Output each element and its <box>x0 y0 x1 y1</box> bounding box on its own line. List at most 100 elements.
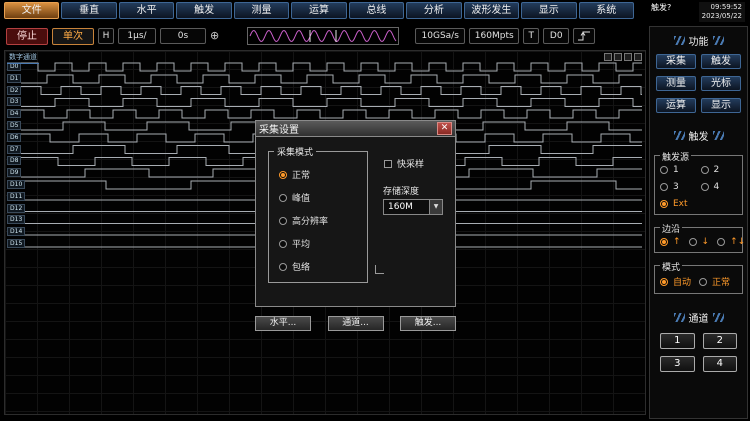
offset-knob-icon[interactable]: ⊕ <box>210 28 219 44</box>
channel-label-d14[interactable]: D14 <box>7 227 25 236</box>
memory-depth-dropdown[interactable]: 160M ▼ <box>383 199 443 215</box>
toolbar: 停止 单次 H 1μs/ 0s ⊕ 10GSa/s 160Mpts T D0 <box>6 27 646 45</box>
wave-trace-d3 <box>21 98 642 106</box>
acq-mode-group: 采集模式 正常峰值高分辨率平均包络 <box>268 151 368 283</box>
function-header-label: 功能 <box>689 33 709 48</box>
channel-label-d12[interactable]: D12 <box>7 204 25 213</box>
acq-mode-option-0[interactable]: 正常 <box>279 168 367 181</box>
channel-label-d15[interactable]: D15 <box>7 239 25 248</box>
function-button-5[interactable]: 显示 <box>701 98 741 113</box>
radio-icon <box>279 240 287 248</box>
timebase-value[interactable]: 1μs/ <box>118 28 156 44</box>
trigger-mode-option-1[interactable]: 正常 <box>699 275 730 288</box>
radio-label: 4 <box>714 182 720 192</box>
acq-mode-option-4[interactable]: 包络 <box>279 260 367 273</box>
corner-decoration <box>375 265 384 274</box>
waveform-preview[interactable] <box>247 27 399 45</box>
menu-item-9[interactable]: 显示 <box>521 2 576 19</box>
dialog-titlebar[interactable]: 采集设置 ✕ <box>255 120 456 137</box>
trigger-source-option-3[interactable]: 4 <box>701 182 738 192</box>
function-button-3[interactable]: 光标 <box>701 76 741 91</box>
dialog-footer-button-1[interactable]: 通道... <box>328 316 384 331</box>
trigger-source-option-1[interactable]: 2 <box>701 165 738 175</box>
trigger-source-label: 触发源 <box>660 150 691 163</box>
trigger-source-value[interactable]: D0 <box>543 28 569 44</box>
function-button-2[interactable]: 测量 <box>656 76 696 91</box>
channel-label-d7[interactable]: D7 <box>7 145 21 154</box>
channel-label-d1[interactable]: D1 <box>7 74 21 83</box>
window-control-icon-3[interactable] <box>634 53 642 61</box>
channel-button-2[interactable]: 2 <box>703 333 738 349</box>
menu-item-0[interactable]: 文件 <box>4 2 59 19</box>
radio-label: 峰值 <box>292 191 310 204</box>
channel-button-1[interactable]: 1 <box>660 333 695 349</box>
stop-button[interactable]: 停止 <box>6 28 48 45</box>
radio-icon <box>660 238 668 246</box>
channel-label-d11[interactable]: D11 <box>7 192 25 201</box>
window-control-icon-1[interactable] <box>614 53 622 61</box>
trigger-status-text: 触发? <box>651 2 671 13</box>
function-button-1[interactable]: 触发 <box>701 54 741 69</box>
channel-button-3[interactable]: 3 <box>660 356 695 372</box>
window-control-icon-0[interactable] <box>604 53 612 61</box>
menu-item-6[interactable]: 总线 <box>349 2 404 19</box>
trigger-section-header: 触发 <box>650 128 747 143</box>
single-button[interactable]: 单次 <box>52 28 94 45</box>
radio-label: 平均 <box>292 237 310 250</box>
channel-label-d3[interactable]: D3 <box>7 97 21 106</box>
channel-label-d10[interactable]: D10 <box>7 180 25 189</box>
trigger-source-option-0[interactable]: 1 <box>660 165 697 175</box>
window-control-icon-2[interactable] <box>624 53 632 61</box>
channel-label-d4[interactable]: D4 <box>7 109 21 118</box>
radio-icon <box>717 238 725 246</box>
channel-label-d9[interactable]: D9 <box>7 168 21 177</box>
trigger-source-option-4[interactable]: Ext <box>660 199 697 209</box>
digital-channels-tab[interactable]: 数字通道 <box>7 52 39 64</box>
dialog-title: 采集设置 <box>259 121 299 136</box>
trigger-mode-option-0[interactable]: 自动 <box>660 275 691 288</box>
offset-value[interactable]: 0s <box>160 28 206 44</box>
radio-icon <box>660 200 668 208</box>
trigger-label: T <box>523 28 539 44</box>
acq-mode-option-3[interactable]: 平均 <box>279 237 367 250</box>
edge-option-1[interactable]: ↓ <box>689 237 710 247</box>
fast-sample-checkbox[interactable]: 快采样 <box>384 157 424 170</box>
channel-label-d2[interactable]: D2 <box>7 86 21 95</box>
menu-item-1[interactable]: 垂直 <box>61 2 116 19</box>
channel-label-d13[interactable]: D13 <box>7 215 25 224</box>
dialog-footer: 水平... 通道... 触发... <box>255 316 456 331</box>
menu-item-3[interactable]: 触发 <box>176 2 231 19</box>
acq-mode-option-1[interactable]: 峰值 <box>279 191 367 204</box>
acq-mode-option-2[interactable]: 高分辨率 <box>279 214 367 227</box>
function-button-4[interactable]: 运算 <box>656 98 696 113</box>
edge-option-2[interactable]: ↑↓ <box>717 237 745 247</box>
radio-icon <box>660 278 668 286</box>
menu-item-2[interactable]: 水平 <box>119 2 174 19</box>
radio-icon <box>701 166 709 174</box>
menu-item-10[interactable]: 系统 <box>579 2 634 19</box>
trigger-source-option-2[interactable]: 3 <box>660 182 697 192</box>
menu-item-8[interactable]: 波形发生 <box>464 2 519 19</box>
function-button-0[interactable]: 采集 <box>656 54 696 69</box>
channel-label-d6[interactable]: D6 <box>7 133 21 142</box>
channel-label-d5[interactable]: D5 <box>7 121 21 130</box>
radio-icon <box>279 263 287 271</box>
radio-label: ↓ <box>702 237 710 247</box>
radio-label: 包络 <box>292 260 310 273</box>
close-icon[interactable]: ✕ <box>437 122 452 135</box>
acq-mode-list: 正常峰值高分辨率平均包络 <box>269 152 367 273</box>
menu-item-5[interactable]: 运算 <box>291 2 346 19</box>
wave-trace-d2 <box>21 87 642 95</box>
function-section-header: 功能 <box>650 33 747 48</box>
channel-section-header: 通道 <box>650 310 747 325</box>
channel-label-d8[interactable]: D8 <box>7 156 21 165</box>
preview-sine-wave <box>250 31 396 42</box>
menu-item-4[interactable]: 测量 <box>234 2 289 19</box>
edge-option-0[interactable]: ↑ <box>660 237 681 247</box>
menu-item-7[interactable]: 分析 <box>406 2 461 19</box>
channel-button-4[interactable]: 4 <box>703 356 738 372</box>
dialog-footer-button-2[interactable]: 触发... <box>400 316 456 331</box>
radio-label: ↑↓ <box>730 237 745 247</box>
dialog-footer-button-0[interactable]: 水平... <box>255 316 311 331</box>
trigger-slope-icon[interactable] <box>573 28 595 44</box>
